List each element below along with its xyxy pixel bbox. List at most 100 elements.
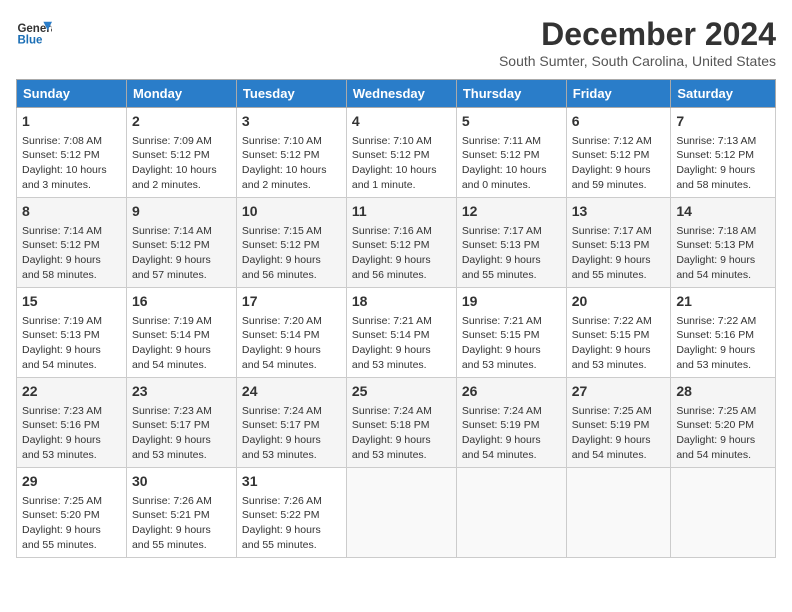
day-info-line: Sunset: 5:14 PM	[132, 328, 231, 343]
day-info-line: and 55 minutes.	[572, 268, 666, 283]
day-number: 8	[22, 202, 121, 222]
day-info-line: and 1 minute.	[352, 178, 451, 193]
day-number: 9	[132, 202, 231, 222]
day-info-line: Sunrise: 7:13 AM	[676, 134, 770, 149]
day-info-line: Daylight: 10 hours	[22, 163, 121, 178]
day-info-line: Sunrise: 7:23 AM	[132, 404, 231, 419]
day-info-line: Daylight: 9 hours	[462, 253, 561, 268]
day-info-line: Daylight: 9 hours	[572, 163, 666, 178]
day-info-line: and 54 minutes.	[572, 448, 666, 463]
day-info-line: and 53 minutes.	[22, 448, 121, 463]
day-info-line: Sunrise: 7:11 AM	[462, 134, 561, 149]
day-cell: 11Sunrise: 7:16 AMSunset: 5:12 PMDayligh…	[346, 198, 456, 288]
day-info-line: Daylight: 10 hours	[352, 163, 451, 178]
day-info-line: and 54 minutes.	[676, 268, 770, 283]
logo-icon: General Blue	[16, 16, 52, 52]
day-number: 26	[462, 382, 561, 402]
day-number: 5	[462, 112, 561, 132]
day-cell	[346, 468, 456, 558]
day-info-line: Daylight: 9 hours	[352, 343, 451, 358]
day-info-line: Sunset: 5:20 PM	[676, 418, 770, 433]
day-header-monday: Monday	[126, 80, 236, 108]
day-info-line: Daylight: 9 hours	[242, 523, 341, 538]
day-number: 31	[242, 472, 341, 492]
day-info-line: Sunset: 5:13 PM	[462, 238, 561, 253]
day-info-line: Sunrise: 7:10 AM	[352, 134, 451, 149]
month-title: December 2024	[499, 16, 776, 53]
day-info-line: Sunrise: 7:21 AM	[352, 314, 451, 329]
day-info-line: Sunset: 5:13 PM	[22, 328, 121, 343]
day-info-line: Sunrise: 7:19 AM	[132, 314, 231, 329]
day-info-line: Sunrise: 7:21 AM	[462, 314, 561, 329]
calendar-body: 1Sunrise: 7:08 AMSunset: 5:12 PMDaylight…	[17, 108, 776, 558]
day-cell: 16Sunrise: 7:19 AMSunset: 5:14 PMDayligh…	[126, 288, 236, 378]
day-cell: 12Sunrise: 7:17 AMSunset: 5:13 PMDayligh…	[456, 198, 566, 288]
day-cell: 25Sunrise: 7:24 AMSunset: 5:18 PMDayligh…	[346, 378, 456, 468]
day-number: 17	[242, 292, 341, 312]
day-info-line: and 59 minutes.	[572, 178, 666, 193]
day-cell: 1Sunrise: 7:08 AMSunset: 5:12 PMDaylight…	[17, 108, 127, 198]
day-info-line: Daylight: 9 hours	[462, 343, 561, 358]
day-info-line: and 53 minutes.	[462, 358, 561, 373]
day-info-line: Sunset: 5:12 PM	[242, 238, 341, 253]
day-cell	[456, 468, 566, 558]
day-info-line: Sunset: 5:17 PM	[132, 418, 231, 433]
day-info-line: Sunset: 5:12 PM	[676, 148, 770, 163]
day-info-line: Sunrise: 7:15 AM	[242, 224, 341, 239]
day-info-line: Sunrise: 7:26 AM	[242, 494, 341, 509]
day-info-line: Sunrise: 7:24 AM	[352, 404, 451, 419]
day-number: 15	[22, 292, 121, 312]
day-info-line: Daylight: 9 hours	[676, 433, 770, 448]
day-info-line: Sunrise: 7:19 AM	[22, 314, 121, 329]
day-cell: 30Sunrise: 7:26 AMSunset: 5:21 PMDayligh…	[126, 468, 236, 558]
day-number: 18	[352, 292, 451, 312]
day-info-line: Daylight: 9 hours	[242, 253, 341, 268]
day-info-line: Sunset: 5:20 PM	[22, 508, 121, 523]
day-info-line: and 58 minutes.	[22, 268, 121, 283]
day-number: 1	[22, 112, 121, 132]
day-info-line: Sunrise: 7:08 AM	[22, 134, 121, 149]
day-info-line: Daylight: 9 hours	[352, 433, 451, 448]
day-info-line: Daylight: 9 hours	[572, 253, 666, 268]
day-number: 2	[132, 112, 231, 132]
day-cell: 17Sunrise: 7:20 AMSunset: 5:14 PMDayligh…	[236, 288, 346, 378]
day-info-line: Daylight: 9 hours	[352, 253, 451, 268]
day-number: 28	[676, 382, 770, 402]
day-info-line: and 3 minutes.	[22, 178, 121, 193]
day-info-line: Sunset: 5:12 PM	[242, 148, 341, 163]
day-cell: 2Sunrise: 7:09 AMSunset: 5:12 PMDaylight…	[126, 108, 236, 198]
day-cell: 14Sunrise: 7:18 AMSunset: 5:13 PMDayligh…	[671, 198, 776, 288]
day-info-line: Daylight: 9 hours	[676, 253, 770, 268]
day-info-line: and 53 minutes.	[242, 448, 341, 463]
day-cell: 10Sunrise: 7:15 AMSunset: 5:12 PMDayligh…	[236, 198, 346, 288]
day-cell: 9Sunrise: 7:14 AMSunset: 5:12 PMDaylight…	[126, 198, 236, 288]
day-info-line: Daylight: 9 hours	[676, 163, 770, 178]
day-cell: 20Sunrise: 7:22 AMSunset: 5:15 PMDayligh…	[566, 288, 671, 378]
day-info-line: and 53 minutes.	[132, 448, 231, 463]
day-number: 24	[242, 382, 341, 402]
day-header-tuesday: Tuesday	[236, 80, 346, 108]
day-info-line: Sunrise: 7:17 AM	[462, 224, 561, 239]
day-info-line: and 55 minutes.	[242, 538, 341, 553]
day-info-line: and 0 minutes.	[462, 178, 561, 193]
header-row: SundayMondayTuesdayWednesdayThursdayFrid…	[17, 80, 776, 108]
day-header-thursday: Thursday	[456, 80, 566, 108]
day-info-line: Sunset: 5:13 PM	[572, 238, 666, 253]
day-info-line: Daylight: 9 hours	[132, 433, 231, 448]
day-cell: 6Sunrise: 7:12 AMSunset: 5:12 PMDaylight…	[566, 108, 671, 198]
day-cell: 4Sunrise: 7:10 AMSunset: 5:12 PMDaylight…	[346, 108, 456, 198]
day-info-line: Daylight: 9 hours	[132, 343, 231, 358]
day-info-line: Daylight: 9 hours	[132, 253, 231, 268]
day-info-line: Daylight: 9 hours	[242, 343, 341, 358]
day-info-line: Sunrise: 7:17 AM	[572, 224, 666, 239]
day-info-line: and 57 minutes.	[132, 268, 231, 283]
location-title: South Sumter, South Carolina, United Sta…	[499, 53, 776, 69]
day-number: 27	[572, 382, 666, 402]
calendar-table: SundayMondayTuesdayWednesdayThursdayFrid…	[16, 79, 776, 558]
day-info-line: and 55 minutes.	[132, 538, 231, 553]
day-cell	[566, 468, 671, 558]
day-info-line: Sunset: 5:16 PM	[676, 328, 770, 343]
day-cell: 31Sunrise: 7:26 AMSunset: 5:22 PMDayligh…	[236, 468, 346, 558]
day-info-line: Sunset: 5:12 PM	[572, 148, 666, 163]
day-info-line: Sunrise: 7:23 AM	[22, 404, 121, 419]
